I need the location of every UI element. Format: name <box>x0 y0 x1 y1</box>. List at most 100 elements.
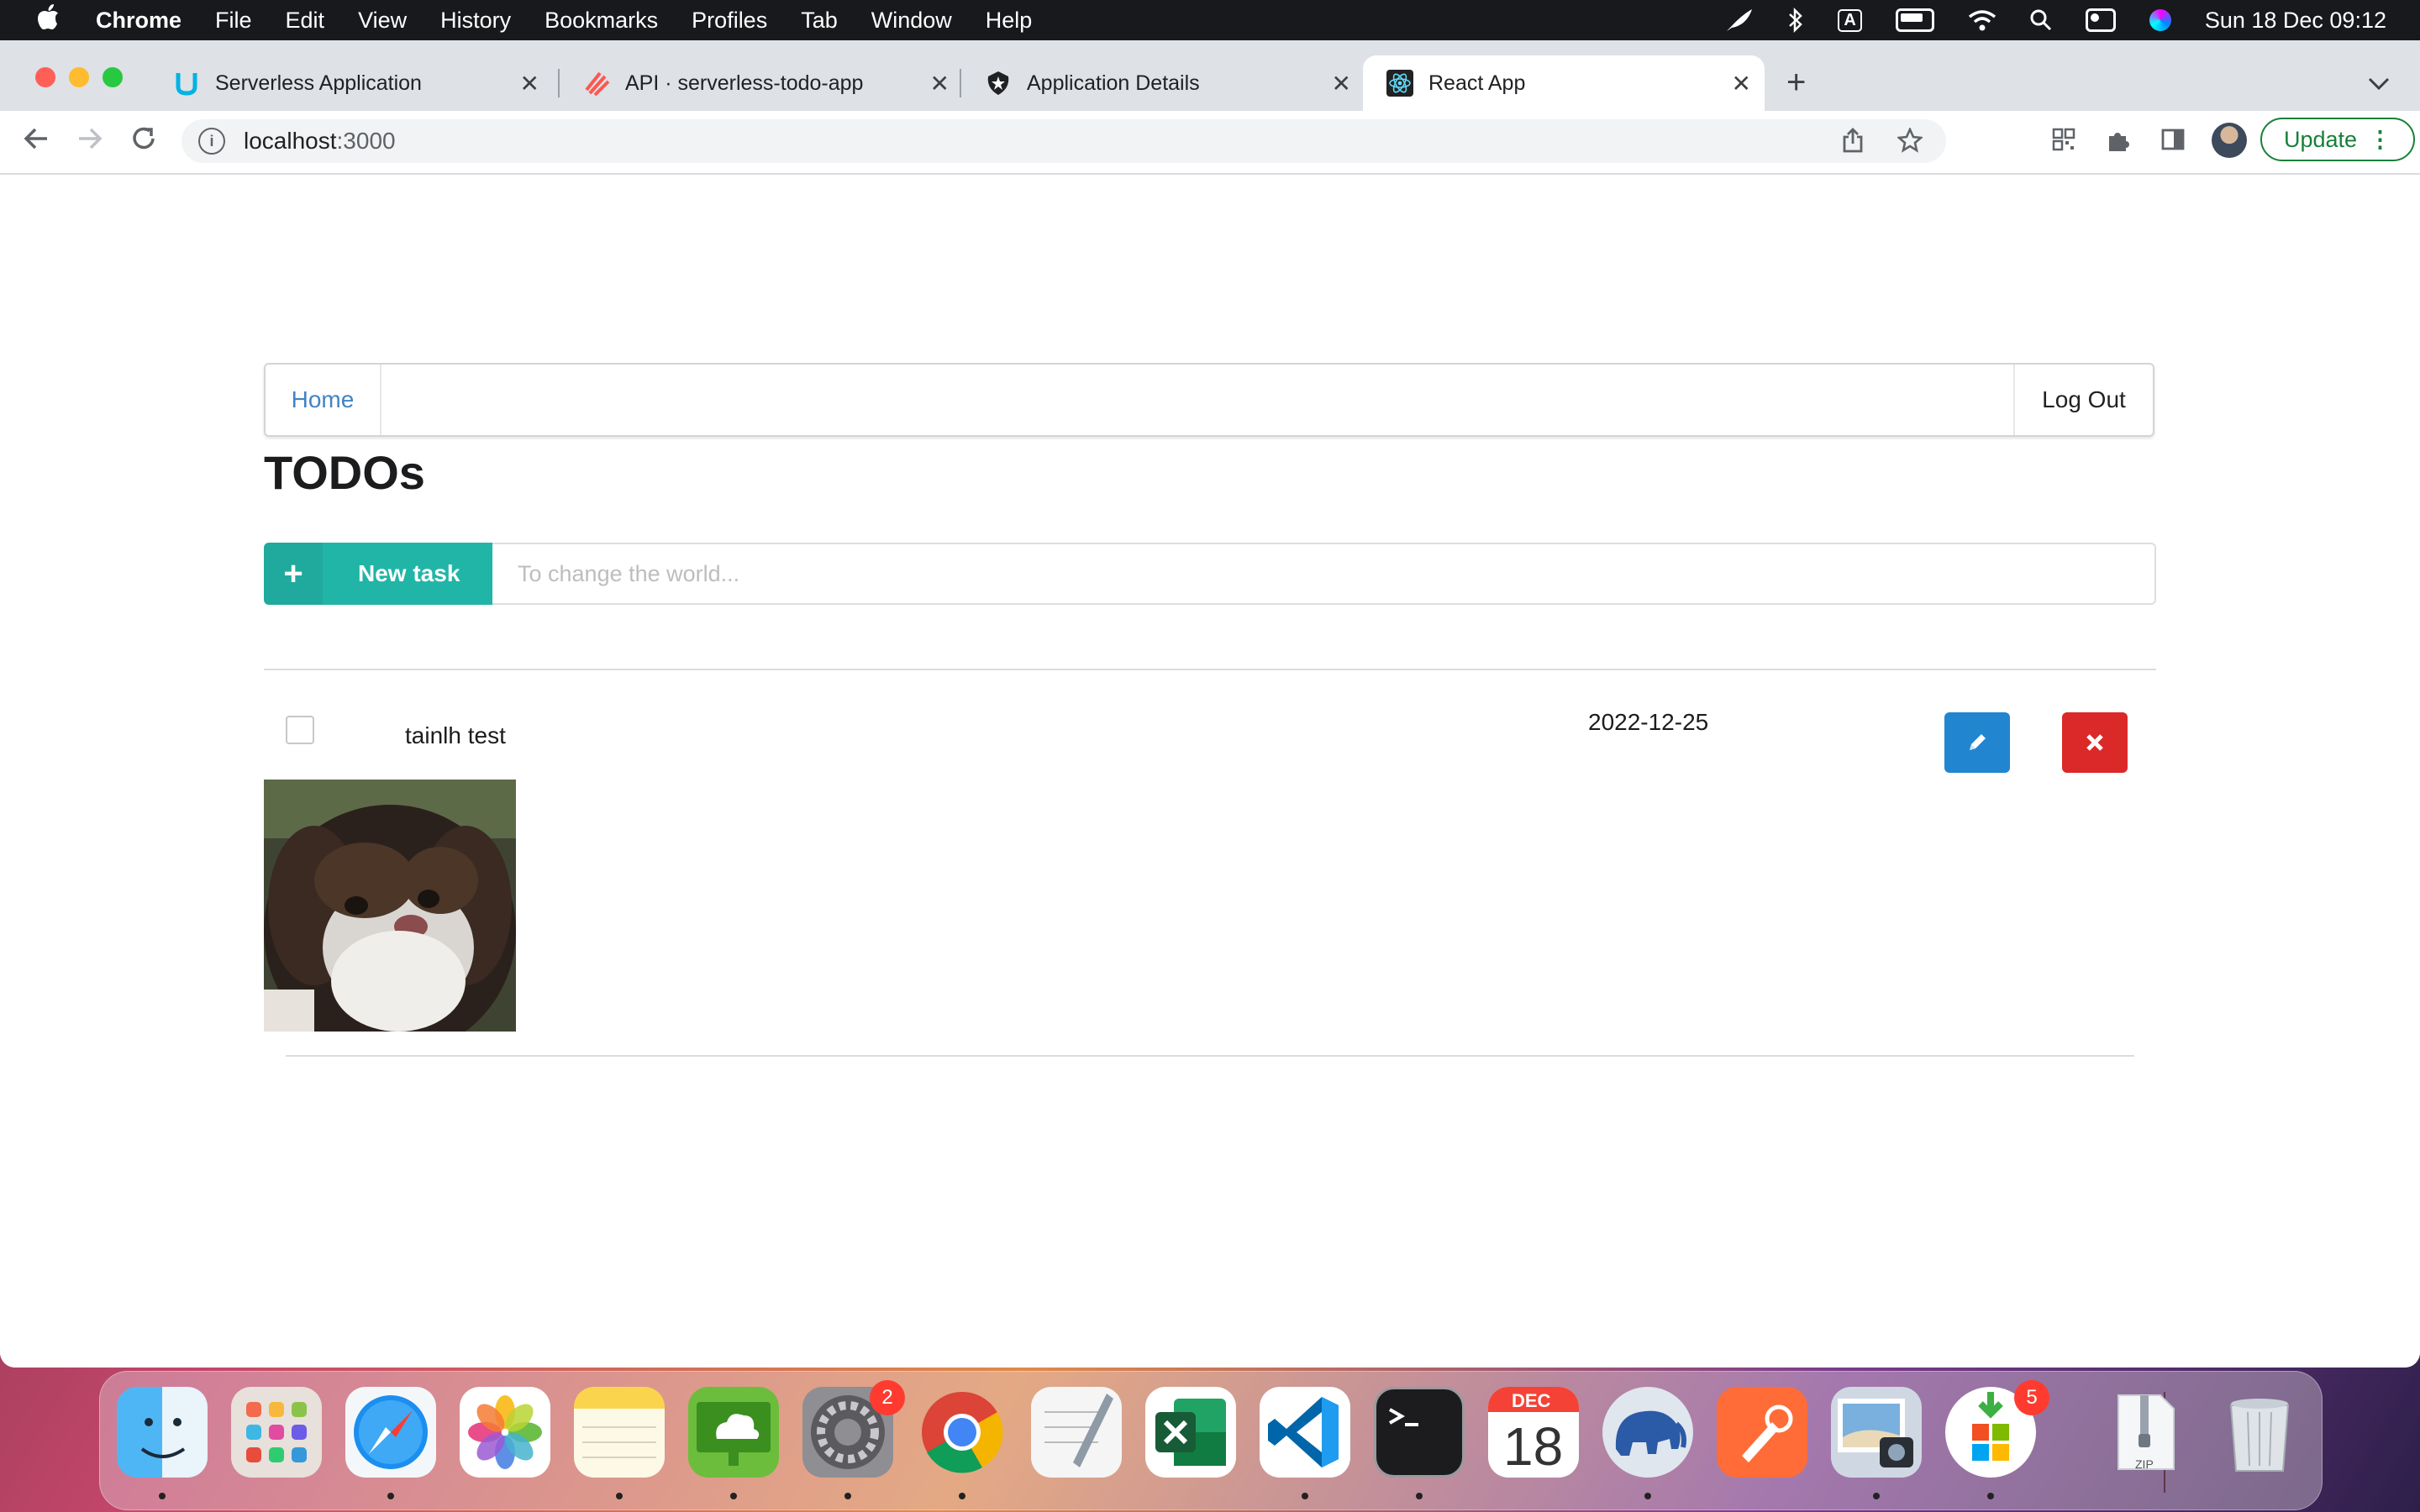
vscode-icon[interactable] <box>1260 1387 1350 1478</box>
safari-icon[interactable] <box>345 1387 436 1478</box>
new-task-label: New task <box>358 560 460 586</box>
menu-app-name[interactable]: Chrome <box>96 8 182 34</box>
running-indicator <box>1987 1493 1994 1499</box>
new-task-input[interactable] <box>492 543 2156 605</box>
new-tab-plus-icon[interactable]: + <box>1786 66 1806 99</box>
apple-menu-icon[interactable] <box>37 3 62 37</box>
chrome-icon[interactable] <box>917 1387 1007 1478</box>
macos-dock: 2 DEC 18 5 ZIP <box>99 1371 2323 1510</box>
calendar-day: 18 <box>1503 1416 1564 1477</box>
menu-view[interactable]: View <box>358 8 407 34</box>
edit-todo-button[interactable] <box>1944 712 2010 773</box>
notes-icon[interactable] <box>574 1387 665 1478</box>
address-bar[interactable]: i localhost:3000 <box>182 119 1946 163</box>
tab-close-icon[interactable]: ✕ <box>1732 70 1751 97</box>
qr-code-icon[interactable] <box>2052 128 2075 158</box>
close-icon <box>2086 734 2103 751</box>
siri-icon[interactable] <box>2149 9 2171 31</box>
bluetooth-icon[interactable] <box>1787 8 1804 33</box>
fullscreen-window-button[interactable] <box>103 67 123 87</box>
profile-avatar[interactable] <box>2212 123 2247 158</box>
keyboard-input-icon[interactable]: A <box>1838 8 1862 32</box>
minimize-window-button[interactable] <box>69 67 89 87</box>
site-info-icon[interactable]: i <box>198 128 225 155</box>
address-url[interactable]: localhost:3000 <box>244 128 396 155</box>
excel-icon[interactable] <box>1145 1387 1236 1478</box>
tableplus-elephant-icon[interactable] <box>1602 1387 1693 1478</box>
finder-icon[interactable] <box>117 1387 208 1478</box>
running-indicator <box>387 1493 394 1499</box>
home-link[interactable]: Home <box>266 365 381 435</box>
browser-toolbar: i localhost:3000 Update ⋮ <box>0 111 2420 175</box>
running-indicator <box>1873 1493 1880 1499</box>
plus-icon: + <box>264 543 323 605</box>
launchpad-icon[interactable] <box>231 1387 322 1478</box>
todo-due-date: 2022-12-25 <box>1588 709 1709 735</box>
menu-profiles[interactable]: Profiles <box>692 8 767 34</box>
todo-item: tainlh test 2022-12-25 <box>264 679 2156 1032</box>
react-icon <box>1386 70 1413 97</box>
tab-api-serverless-todo-app[interactable]: API · serverless-todo-app ✕ <box>560 55 963 111</box>
more-menu-icon[interactable]: ⋮ <box>2369 127 2391 153</box>
calendar-icon[interactable]: DEC 18 <box>1488 1387 1579 1478</box>
tab-strip: Serverless Application ✕ API · serverles… <box>0 40 2420 111</box>
running-indicator <box>616 1493 623 1499</box>
running-indicator <box>159 1493 166 1499</box>
feather-icon[interactable] <box>1725 8 1754 33</box>
update-chrome-button[interactable]: Update ⋮ <box>2260 118 2415 161</box>
battery-icon[interactable] <box>1895 8 1934 32</box>
control-center-icon[interactable] <box>2085 8 2116 32</box>
running-indicator <box>844 1493 851 1499</box>
back-arrow-icon[interactable] <box>22 124 50 160</box>
menu-file[interactable]: File <box>215 8 252 34</box>
preview-icon[interactable] <box>1831 1387 1922 1478</box>
top-menu: Home Log Out <box>264 363 2154 437</box>
tab-react-app[interactable]: React App ✕ <box>1363 55 1765 111</box>
running-indicator <box>1302 1493 1308 1499</box>
running-indicator <box>1644 1493 1651 1499</box>
tab-serverless-application[interactable]: Serverless Application ✕ <box>150 55 553 111</box>
running-indicator <box>959 1493 965 1499</box>
todo-done-checkbox[interactable] <box>286 716 314 744</box>
calendar-month: DEC <box>1512 1390 1551 1411</box>
udacity-icon <box>173 70 200 97</box>
menu-datetime[interactable]: Sun 18 Dec 09:12 <box>2205 8 2386 34</box>
menu-bookmarks[interactable]: Bookmarks <box>544 8 658 34</box>
menu-history[interactable]: History <box>440 8 511 34</box>
textedit-icon[interactable] <box>1031 1387 1122 1478</box>
serverless-icon <box>583 70 610 97</box>
tab-close-icon[interactable]: ✕ <box>930 70 950 97</box>
forward-arrow-icon[interactable] <box>76 124 104 160</box>
divider <box>264 669 2156 670</box>
close-window-button[interactable] <box>35 67 55 87</box>
menu-window[interactable]: Window <box>871 8 952 34</box>
todo-attachment-image <box>264 780 516 1032</box>
reload-icon[interactable] <box>129 124 158 160</box>
menu-tab[interactable]: Tab <box>801 8 838 34</box>
logout-link[interactable]: Log Out <box>2013 365 2153 435</box>
bookmark-star-icon[interactable] <box>1896 126 1924 159</box>
menu-edit[interactable]: Edit <box>286 8 325 34</box>
tab-title: API · serverless-todo-app <box>625 71 864 95</box>
menu-help[interactable]: Help <box>986 8 1033 34</box>
trash-icon[interactable] <box>2214 1387 2305 1478</box>
side-panel-icon[interactable] <box>2161 128 2185 158</box>
tab-search-chevron-icon[interactable] <box>2368 71 2390 97</box>
spotlight-search-icon[interactable] <box>2030 9 2052 31</box>
delete-todo-button[interactable] <box>2062 712 2128 773</box>
tab-application-details[interactable]: Application Details ✕ <box>961 55 1365 111</box>
photos-icon[interactable] <box>460 1387 550 1478</box>
extensions-puzzle-icon[interactable] <box>2106 128 2131 160</box>
tab-close-icon[interactable]: ✕ <box>1332 70 1351 97</box>
share-icon[interactable] <box>1842 128 1864 159</box>
zip-label: ZIP <box>2135 1457 2154 1471</box>
new-task-button[interactable]: + New task <box>264 543 492 605</box>
wifi-icon[interactable] <box>1968 9 1996 31</box>
remote-desktop-icon[interactable] <box>688 1387 779 1478</box>
tab-close-icon[interactable]: ✕ <box>520 70 539 97</box>
notification-badge: 5 <box>2014 1380 2049 1415</box>
postman-icon[interactable] <box>1717 1387 1807 1478</box>
zip-file-icon[interactable]: ZIP <box>2100 1387 2191 1478</box>
terminal-icon[interactable] <box>1374 1387 1465 1478</box>
notification-badge: 2 <box>870 1380 905 1415</box>
